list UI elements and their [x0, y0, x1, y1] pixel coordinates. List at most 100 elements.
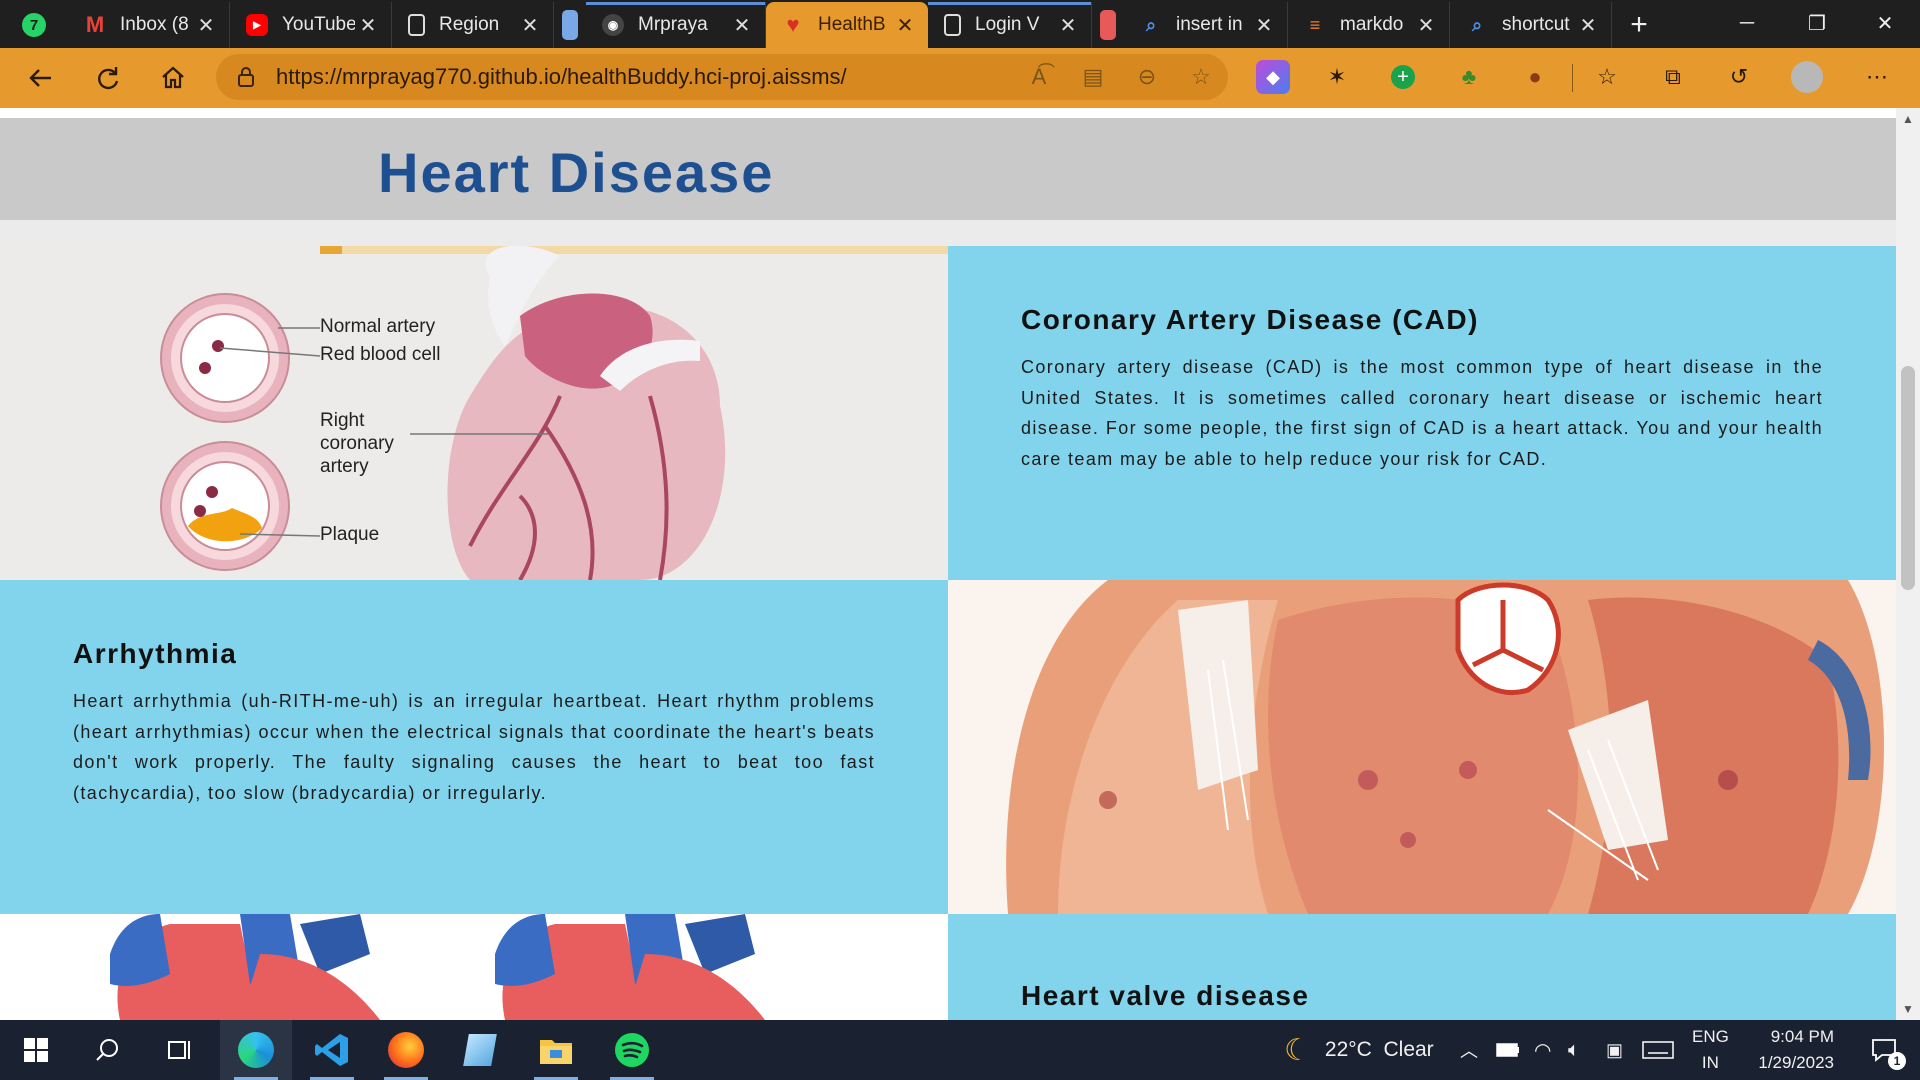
extension-frog-icon[interactable]: ♣ — [1452, 60, 1486, 94]
history-icon[interactable]: ↺ — [1722, 60, 1756, 94]
tab-youtube[interactable]: ▶ YouTube ✕ — [230, 2, 392, 48]
wifi-icon[interactable]: ◠ — [1534, 1020, 1551, 1080]
tab-label: Inbox (8 — [120, 14, 189, 35]
close-tab-icon[interactable]: ✕ — [1055, 13, 1081, 38]
restore-button[interactable]: ❐ — [1782, 0, 1852, 46]
tab-login[interactable]: Login V ✕ — [928, 2, 1092, 48]
page-title: Heart Disease — [378, 141, 775, 204]
read-aloud-icon[interactable]: A͡ — [1012, 64, 1066, 90]
scroll-up-icon[interactable]: ▲ — [1902, 112, 1914, 126]
task-view-icon[interactable] — [144, 1020, 216, 1080]
arrhythmia-title: Arrhythmia — [73, 638, 238, 669]
valve-card: Heart valve disease — [948, 914, 1896, 1020]
date-text: 1/29/2023 — [1758, 1053, 1834, 1072]
close-tab-icon[interactable]: ✕ — [1251, 13, 1277, 38]
page-scrollbar[interactable]: ▲ ▼ — [1896, 108, 1920, 1020]
keyboard-icon[interactable] — [1642, 1020, 1674, 1080]
minimize-button[interactable]: ─ — [1712, 0, 1782, 46]
close-window-button[interactable]: ✕ — [1850, 0, 1920, 46]
volume-icon[interactable]: 🔈︎ — [1568, 1020, 1580, 1080]
zoom-icon[interactable]: ⊖ — [1120, 64, 1174, 90]
github-icon: ◉ — [602, 14, 624, 36]
weather-text: 22°C Clear — [1324, 1038, 1434, 1061]
extension-icon[interactable]: ◆ — [1256, 60, 1290, 94]
tab-region[interactable]: Region ✕ — [392, 2, 554, 48]
tab-insert[interactable]: ⌕ insert in ✕ — [1124, 2, 1288, 48]
gmail-icon: M — [85, 12, 105, 37]
moon-icon: ☾ — [1284, 1033, 1311, 1067]
language-indicator[interactable]: ENG IN — [1692, 1020, 1729, 1080]
more-menu-icon[interactable]: ⋯ — [1860, 60, 1894, 94]
show-hidden-icons[interactable]: ︿ — [1460, 1020, 1478, 1080]
close-tab-icon[interactable]: ✕ — [729, 13, 755, 38]
add-extension-icon[interactable]: + — [1386, 60, 1420, 94]
home-icon[interactable] — [140, 48, 206, 108]
url-text[interactable]: https://mrprayag770.github.io/healthBudd… — [276, 64, 1012, 90]
tab-group-marker[interactable] — [1100, 10, 1116, 40]
tab-markdown[interactable]: ≡ markdo ✕ — [1288, 2, 1450, 48]
web-page: Heart Disease Normal artery Red blood ce… — [0, 108, 1896, 1020]
search-icon: ⌕ — [1471, 14, 1483, 35]
refresh-icon[interactable] — [74, 48, 140, 108]
browser-tab-strip: 7 M Inbox (8 ✕ ▶ YouTube ✕ Region ✕ ◉ Mr… — [0, 0, 1920, 48]
close-tab-icon[interactable]: ✕ — [892, 13, 918, 38]
youtube-icon: ▶ — [246, 14, 268, 36]
heart-valve-image — [948, 580, 1896, 914]
label-red-blood-cell: Red blood cell — [320, 344, 441, 365]
weather-widget[interactable]: ☾ 22°C Clear — [1284, 1020, 1434, 1080]
immersive-reader-icon[interactable]: ▤ — [1066, 64, 1120, 90]
tab-github[interactable]: ◉ Mrpraya ✕ — [586, 2, 766, 48]
valve-title: Heart valve disease — [1021, 980, 1310, 1011]
cad-title: Coronary Artery Disease (CAD) — [1021, 304, 1479, 335]
stackoverflow-icon: ≡ — [1309, 14, 1321, 35]
tab-shortcut[interactable]: ⌕ shortcut ✕ — [1450, 2, 1612, 48]
search-icon[interactable] — [72, 1020, 144, 1080]
tab-label: shortcut — [1502, 14, 1570, 35]
extension-puzzle-icon[interactable]: ✶ — [1320, 60, 1354, 94]
profile-avatar[interactable] — [1790, 60, 1824, 94]
favorites-icon[interactable]: ☆ — [1590, 60, 1624, 94]
close-tab-icon[interactable]: ✕ — [1575, 13, 1601, 38]
label-normal-artery: Normal artery — [320, 316, 436, 337]
close-tab-icon[interactable]: ✕ — [517, 13, 543, 38]
tab-group-marker[interactable] — [562, 10, 578, 40]
language-code: ENG — [1692, 1027, 1729, 1046]
arrhythmia-card: Arrhythmia Heart arrhythmia (uh-RITH-me-… — [0, 580, 948, 914]
close-tab-icon[interactable]: ✕ — [355, 13, 381, 38]
search-icon: ⌕ — [1145, 14, 1157, 35]
edge-icon[interactable] — [220, 1020, 292, 1080]
scroll-down-icon[interactable]: ▼ — [1902, 1002, 1914, 1016]
add-favorite-icon[interactable]: ☆ — [1174, 64, 1228, 90]
back-icon[interactable] — [8, 48, 74, 108]
spotify-icon[interactable] — [596, 1020, 668, 1080]
browser-toolbar: https://mrprayag770.github.io/healthBudd… — [0, 48, 1920, 108]
file-explorer-icon[interactable] — [520, 1020, 592, 1080]
tab-label: Mrpraya — [638, 14, 708, 35]
new-tab-button[interactable]: + — [1612, 2, 1666, 48]
tab-label: YouTube — [282, 14, 355, 35]
extension-drop-icon[interactable]: ● — [1518, 60, 1552, 94]
address-bar[interactable]: https://mrprayag770.github.io/healthBudd… — [216, 54, 1228, 100]
page-banner: Heart Disease — [0, 118, 1896, 220]
scrollbar-thumb[interactable] — [1901, 366, 1915, 590]
cad-description: Coronary artery disease (CAD) is the mos… — [1021, 357, 1823, 469]
tab-healthbuddy[interactable]: ♥ HealthB ✕ — [766, 2, 928, 48]
notepad-icon[interactable] — [444, 1020, 516, 1080]
tab-label: insert in — [1176, 14, 1243, 35]
close-tab-icon[interactable]: ✕ — [193, 13, 219, 38]
windows-start-icon[interactable] — [0, 1020, 72, 1080]
heart-comparison-image — [0, 914, 948, 1020]
lock-icon[interactable] — [216, 66, 276, 88]
vscode-icon[interactable] — [296, 1020, 368, 1080]
battery-icon[interactable] — [1496, 1020, 1520, 1080]
close-tab-icon[interactable]: ✕ — [1413, 13, 1439, 38]
whatsapp-icon[interactable]: 7 — [0, 2, 68, 48]
collections-icon[interactable]: ⧉ — [1656, 60, 1690, 94]
firefox-icon[interactable] — [370, 1020, 442, 1080]
meet-now-icon[interactable]: ▣ — [1606, 1020, 1623, 1080]
document-icon — [944, 14, 961, 36]
tab-inbox[interactable]: M Inbox (8 ✕ — [68, 2, 230, 48]
notification-center[interactable]: 1 — [1856, 1020, 1912, 1080]
clock[interactable]: 9:04 PM 1/29/2023 — [1746, 1020, 1834, 1080]
tab-label: HealthB — [818, 14, 886, 35]
